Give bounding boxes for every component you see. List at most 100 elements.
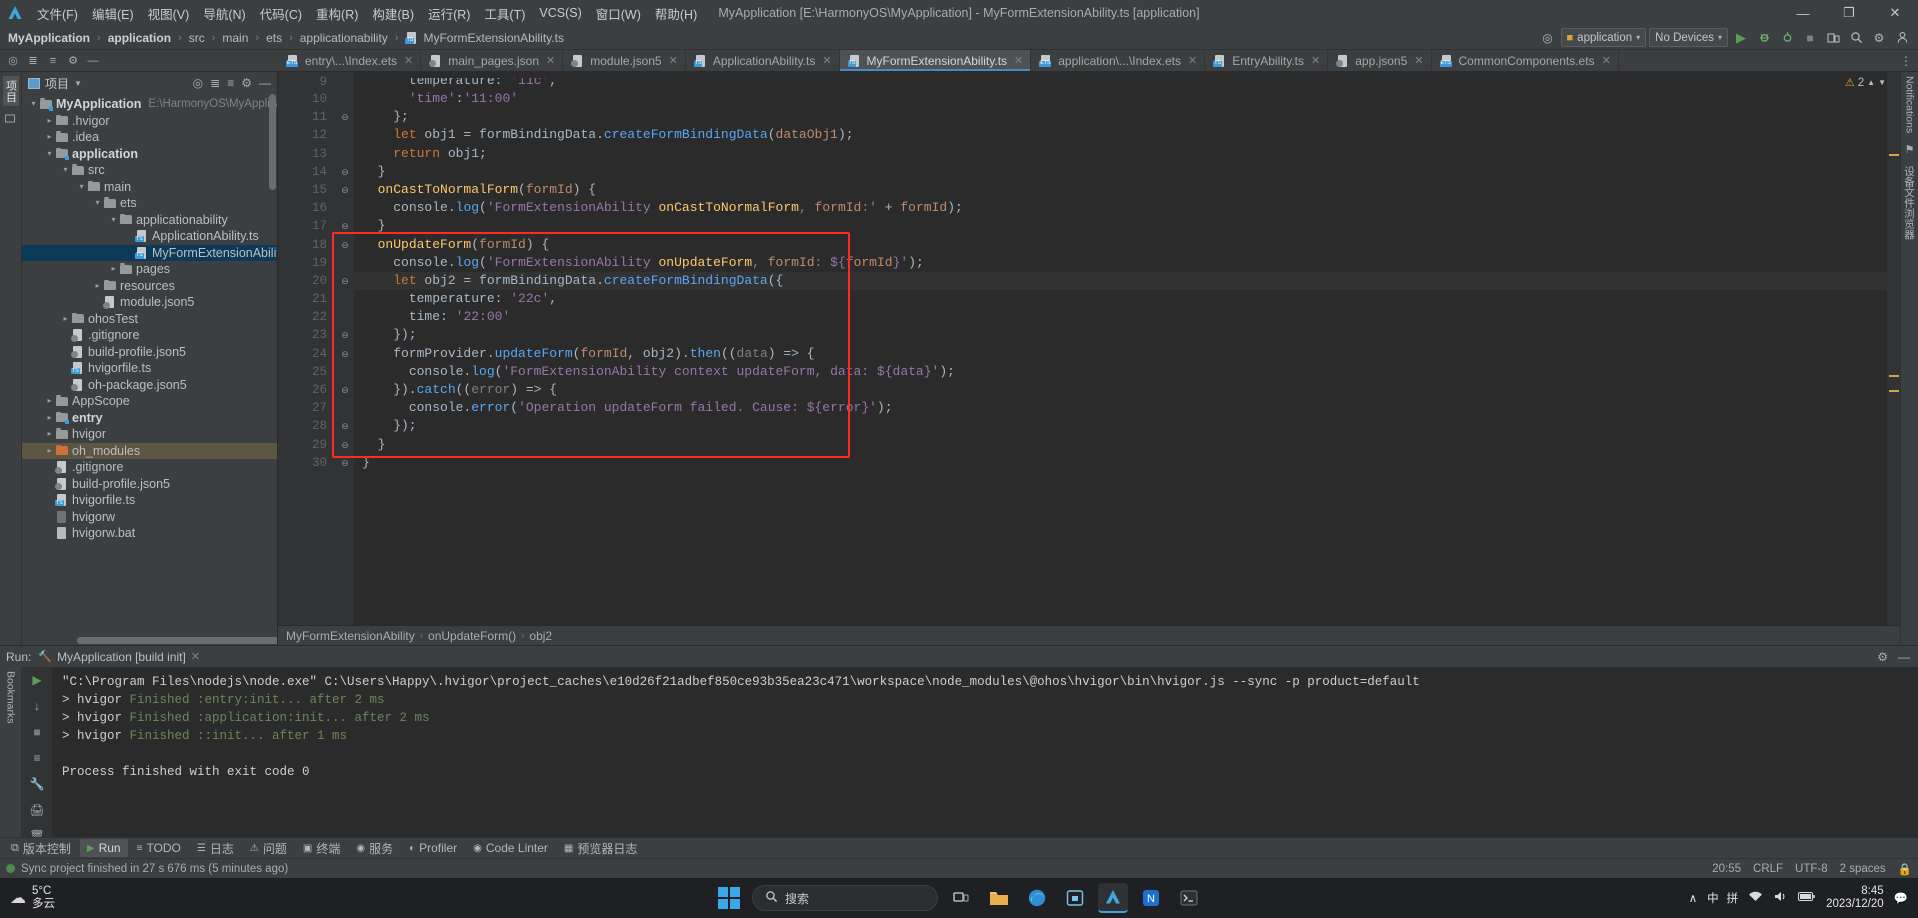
tab-myformextensionability-ts[interactable]: TS MyFormExtensionAbility.ts ✕ bbox=[839, 50, 1032, 71]
line-separator-indicator[interactable]: CRLF bbox=[1753, 863, 1783, 875]
ime-lang[interactable]: 中 bbox=[1707, 890, 1719, 906]
close-tab-icon[interactable]: ✕ bbox=[1414, 54, 1423, 67]
close-button[interactable]: ✕ bbox=[1872, 0, 1918, 26]
warning-marker[interactable] bbox=[1889, 375, 1899, 377]
chevron-down-icon[interactable] bbox=[108, 216, 119, 224]
tree-node[interactable]: ohosTest bbox=[22, 311, 277, 328]
breadcrumb-project[interactable]: MyApplication bbox=[4, 30, 94, 46]
close-tab-icon[interactable]: ✕ bbox=[546, 54, 555, 67]
taskbar-search[interactable]: 搜索 bbox=[752, 885, 938, 911]
menu-view[interactable]: 视图(V) bbox=[141, 1, 197, 26]
code-line[interactable]: console.log('FormExtensionAbility onCast… bbox=[362, 199, 1887, 217]
window-controls[interactable]: — ❐ ✕ bbox=[1780, 0, 1918, 26]
settings-gear-icon[interactable]: ⚙ bbox=[1869, 28, 1889, 48]
tray-expand-icon[interactable]: ∧ bbox=[1689, 891, 1697, 905]
tool-tab-previewer-log[interactable]: ▦ 预览器日志 bbox=[557, 838, 644, 859]
breadcrumb-src[interactable]: src bbox=[185, 30, 209, 46]
ime-indicator[interactable]: 中 拼 bbox=[1707, 890, 1738, 906]
structure-icon[interactable] bbox=[5, 114, 16, 128]
hide-panel-icon[interactable]: — bbox=[84, 52, 102, 70]
code-line[interactable]: } bbox=[362, 454, 1887, 472]
tree-horizontal-scrollbar[interactable] bbox=[77, 637, 277, 644]
menu-run[interactable]: 运行(R) bbox=[421, 1, 477, 26]
tree-node[interactable]: hvigorw.bat bbox=[22, 525, 277, 542]
code-line[interactable]: } bbox=[362, 217, 1887, 235]
code-line[interactable]: console.log('FormExtensionAbility contex… bbox=[362, 363, 1887, 381]
code-line[interactable]: temperature: '11c', bbox=[362, 78, 1887, 90]
target-icon[interactable]: ◎ bbox=[1538, 28, 1558, 48]
locate-icon[interactable]: ◎ bbox=[193, 76, 203, 90]
menu-navigate[interactable]: 导航(N) bbox=[196, 1, 252, 26]
gear-icon[interactable]: ⚙ bbox=[1877, 650, 1888, 664]
breadcrumb-file[interactable]: TS MyFormExtensionAbility.ts bbox=[401, 30, 567, 46]
chevron-right-icon[interactable] bbox=[92, 282, 103, 290]
fold-toggle-icon[interactable]: ⊖ bbox=[336, 181, 354, 199]
menu-tools[interactable]: 工具(T) bbox=[477, 1, 532, 26]
tree-node[interactable]: hvigorw bbox=[22, 509, 277, 526]
menu-build[interactable]: 构建(B) bbox=[365, 1, 421, 26]
deveco-studio-taskbar-button[interactable] bbox=[1098, 883, 1128, 913]
code-line[interactable]: let obj1 = formBindingData.createFormBin… bbox=[362, 126, 1887, 144]
tree-node[interactable]: AppScope bbox=[22, 393, 277, 410]
collapse-all-icon[interactable]: ≡ bbox=[44, 52, 62, 70]
tool-tab-version-control[interactable]: ⧉ 版本控制 bbox=[4, 838, 78, 859]
hide-icon[interactable]: — bbox=[1898, 650, 1910, 664]
breadcrumb-ets[interactable]: ets bbox=[262, 30, 286, 46]
device-manager-icon[interactable] bbox=[1823, 28, 1843, 48]
open-file-tabs[interactable]: ETS entry\...\Index.ets ✕ main_pages.json… bbox=[278, 50, 1894, 71]
menu-bar[interactable]: 文件(F) 编辑(E) 视图(V) 导航(N) 代码(C) 重构(R) 构建(B… bbox=[30, 0, 704, 26]
breadcrumb[interactable]: MyApplication › application › src › main… bbox=[4, 30, 568, 46]
tree-node[interactable]: resources bbox=[22, 278, 277, 295]
fold-toggle-icon[interactable]: ⊖ bbox=[336, 236, 354, 254]
tree-node[interactable]: .gitignore bbox=[22, 327, 277, 344]
code-line[interactable]: let obj2 = formBindingData.createFormBin… bbox=[362, 272, 1887, 290]
code-line[interactable]: }); bbox=[362, 326, 1887, 344]
code-line[interactable]: console.log('FormExtensionAbility onUpda… bbox=[362, 254, 1887, 272]
tab-main-pages-json[interactable]: main_pages.json ✕ bbox=[421, 50, 564, 71]
project-tree[interactable]: MyApplication E:\HarmonyOS\MyApplication.… bbox=[22, 94, 277, 645]
device-selector[interactable]: No Devices ▾ bbox=[1649, 28, 1728, 47]
close-tab-icon[interactable]: ✕ bbox=[822, 54, 831, 67]
locate-file-icon[interactable]: ◎ bbox=[4, 52, 22, 70]
menu-code[interactable]: 代码(C) bbox=[253, 1, 309, 26]
fold-toggle-icon[interactable]: ⊖ bbox=[336, 381, 354, 399]
tree-node[interactable]: src bbox=[22, 162, 277, 179]
code-line[interactable]: onUpdateForm(formId) { bbox=[362, 236, 1887, 254]
inspection-status[interactable]: ⚠ 2 ▲ ▼ bbox=[1845, 76, 1886, 90]
breadcrumb-applicationability[interactable]: applicationability bbox=[296, 30, 392, 46]
close-icon[interactable]: ✕ bbox=[191, 650, 200, 663]
tree-node[interactable]: ets bbox=[22, 195, 277, 212]
debug-button[interactable] bbox=[1754, 28, 1774, 48]
code-line[interactable]: }); bbox=[362, 417, 1887, 435]
close-tab-icon[interactable]: ✕ bbox=[1014, 54, 1023, 67]
tree-node[interactable]: hvigor bbox=[22, 426, 277, 443]
code-folding-gutter[interactable]: ⊖ ⊖ ⊖ ⊖ ⊖ ⊖ ⊖ ⊖ ⊖ ⊖ ⊖ ⊖ bbox=[336, 72, 354, 625]
edge-browser-button[interactable] bbox=[1022, 883, 1052, 913]
chevron-down-icon[interactable] bbox=[60, 166, 71, 174]
tool-tab-problems[interactable]: ⚠ 问题 bbox=[243, 838, 294, 859]
fold-toggle-icon[interactable]: ⊖ bbox=[336, 326, 354, 344]
tree-node[interactable]: main bbox=[22, 179, 277, 196]
code-line[interactable]: } bbox=[362, 436, 1887, 454]
tree-node[interactable]: build-profile.json5 bbox=[22, 476, 277, 493]
settings-wrench-icon[interactable]: 🔧 bbox=[30, 777, 45, 791]
fold-toggle-icon[interactable]: ⊖ bbox=[336, 108, 354, 126]
maximize-button[interactable]: ❐ bbox=[1826, 0, 1872, 26]
chevron-right-icon[interactable] bbox=[44, 414, 55, 422]
code-line[interactable]: formProvider.updateForm(formId, obj2).th… bbox=[362, 345, 1887, 363]
fold-toggle-icon[interactable]: ⊖ bbox=[336, 163, 354, 181]
tool-tab-profiler[interactable]: ◐ Profiler bbox=[402, 839, 464, 857]
tab-applicationability-ts[interactable]: TS ApplicationAbility.ts ✕ bbox=[685, 50, 840, 71]
chevron-right-icon[interactable] bbox=[60, 315, 71, 323]
lock-icon[interactable]: 🔒 bbox=[1898, 862, 1912, 876]
tree-node[interactable]: applicationability bbox=[22, 212, 277, 229]
code-editor[interactable]: 9 10 11 12 13 14 15 16 17 18 19 20 21 22 23 24 25 26 27 28 2… bbox=[278, 72, 1900, 625]
tree-node[interactable]: .hvigor bbox=[22, 113, 277, 130]
chevron-down-icon[interactable] bbox=[44, 150, 55, 158]
store-button[interactable] bbox=[1060, 883, 1090, 913]
tool-tab-todo[interactable]: ≡ TODO bbox=[130, 839, 188, 857]
hide-icon[interactable]: — bbox=[259, 76, 271, 90]
tree-node[interactable]: entry bbox=[22, 410, 277, 427]
rerun-icon[interactable]: ▶ bbox=[32, 673, 41, 687]
rail-item-bookmarks[interactable]: Bookmarks bbox=[5, 671, 17, 724]
